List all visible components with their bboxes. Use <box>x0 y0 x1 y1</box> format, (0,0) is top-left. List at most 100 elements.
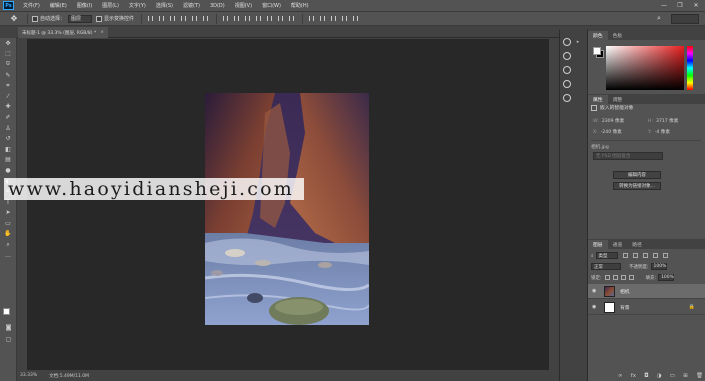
distribute-left-icon[interactable] <box>254 14 263 23</box>
menu-window[interactable]: 窗口(W) <box>257 2 286 9</box>
lock-image-icon[interactable] <box>612 275 618 280</box>
path-select-tool-icon[interactable]: ➤ <box>0 208 16 219</box>
menu-select[interactable]: 选择(S) <box>151 2 178 9</box>
marquee-tool-icon[interactable]: ⬚ <box>0 49 16 60</box>
opacity-input[interactable]: 100% <box>650 263 667 270</box>
shape-filter-icon[interactable] <box>652 253 658 258</box>
link-layers-icon[interactable]: ∞ <box>618 373 623 379</box>
height-field[interactable]: H: 3717 像素 <box>648 118 678 124</box>
width-field[interactable]: W: 2309 像素 <box>593 118 624 124</box>
tab-layers[interactable]: 图层 <box>588 240 608 249</box>
lock-all-icon[interactable] <box>628 275 634 280</box>
adjustment-filter-icon[interactable] <box>632 253 638 258</box>
foreground-color-swatch[interactable] <box>3 308 10 315</box>
smart-filter-icon[interactable] <box>662 253 668 258</box>
move-tool-icon[interactable]: ✥ <box>0 38 16 49</box>
blend-mode-select[interactable]: 正常 <box>591 263 621 270</box>
align-left-icon[interactable] <box>179 14 188 23</box>
history-panel-icon[interactable] <box>563 38 571 46</box>
document-image[interactable] <box>205 93 369 325</box>
minimize-button[interactable]: — <box>657 0 671 11</box>
panel-arrow-icon[interactable]: ▸ <box>572 38 584 46</box>
3d-rotate-icon[interactable] <box>318 14 327 23</box>
menu-filter[interactable]: 滤镜(T) <box>178 2 205 9</box>
auto-select-dropdown[interactable]: 图层 <box>68 14 93 23</box>
clone-stamp-tool-icon[interactable]: ♙ <box>0 123 16 134</box>
lock-transparent-icon[interactable] <box>604 275 610 280</box>
foreground-color-chip[interactable] <box>593 47 601 55</box>
show-transform-checkbox[interactable] <box>96 15 103 22</box>
tab-adjustments[interactable]: 调整 <box>608 95 628 104</box>
tab-channels[interactable]: 通道 <box>608 240 628 249</box>
maximize-button[interactable]: ❐ <box>673 0 687 11</box>
align-top-icon[interactable] <box>146 14 155 23</box>
lock-position-icon[interactable] <box>620 275 626 280</box>
distribute-right-icon[interactable] <box>276 14 285 23</box>
eraser-tool-icon[interactable]: ◧ <box>0 144 16 155</box>
healing-brush-tool-icon[interactable]: ✚ <box>0 102 16 113</box>
menu-view[interactable]: 视图(V) <box>230 2 257 9</box>
type-filter-icon[interactable] <box>642 253 648 258</box>
history-brush-tool-icon[interactable]: ↺ <box>0 133 16 144</box>
quick-mask-icon[interactable]: ◙ <box>0 322 17 333</box>
document-tab[interactable]: 未标题-1 @ 33.3% (图层, RGB/8) * × <box>18 27 108 38</box>
info-panel-icon[interactable] <box>563 52 571 60</box>
menu-type[interactable]: 文字(Y) <box>124 2 151 9</box>
tab-color[interactable]: 颜色 <box>588 31 608 40</box>
layer-comp-select[interactable]: 无 PSD 图层复合 <box>593 152 663 160</box>
close-window-button[interactable]: ✕ <box>689 0 703 11</box>
zoom-tool-icon[interactable]: ⌕ <box>0 239 16 250</box>
menu-image[interactable]: 图像(I) <box>72 2 97 9</box>
y-field[interactable]: Y: -4 像素 <box>648 129 670 135</box>
eyedropper-tool-icon[interactable]: ⁄ <box>0 91 16 102</box>
align-hcenter-icon[interactable] <box>190 14 199 23</box>
move-tool-icon[interactable]: ✥ <box>5 13 23 24</box>
menu-edit[interactable]: 编辑(E) <box>45 2 72 9</box>
adjustment-layer-icon[interactable]: ◑ <box>657 373 662 379</box>
auto-align-icon[interactable] <box>287 14 296 23</box>
distribute-top-icon[interactable] <box>221 14 230 23</box>
group-icon[interactable]: ▭ <box>670 373 675 379</box>
color-picker-field[interactable] <box>606 46 684 90</box>
add-mask-icon[interactable]: ◘ <box>644 373 648 379</box>
layer-row[interactable]: ◉ 背景 🔒 <box>588 300 705 315</box>
layer-kind-select[interactable]: 类型 <box>595 252 618 259</box>
delete-layer-icon[interactable]: 🗑 <box>696 373 703 379</box>
fill-input[interactable]: 100% <box>658 274 675 281</box>
workspace-select[interactable] <box>671 14 699 24</box>
tab-paths[interactable]: 路径 <box>627 240 647 249</box>
visibility-eye-icon[interactable]: ◉ <box>592 304 599 310</box>
auto-select-checkbox[interactable] <box>32 15 38 22</box>
menu-layer[interactable]: 图层(L) <box>97 2 124 9</box>
visibility-eye-icon[interactable]: ◉ <box>592 288 599 294</box>
distribute-hcenter-icon[interactable] <box>265 14 274 23</box>
hand-tool-icon[interactable]: ✋ <box>0 229 16 240</box>
quick-select-tool-icon[interactable]: ✎ <box>0 70 16 81</box>
character-panel-icon[interactable] <box>563 66 571 74</box>
menu-file[interactable]: 文件(F) <box>18 2 45 9</box>
shape-tool-icon[interactable]: ▭ <box>0 218 16 229</box>
hue-slider[interactable] <box>687 46 693 90</box>
brush-tool-icon[interactable]: ✐ <box>0 112 16 123</box>
convert-to-linked-button[interactable]: 转换为链接对象... <box>613 182 661 190</box>
zoom-level[interactable]: 33.33% <box>20 373 37 378</box>
3d-slide-icon[interactable] <box>351 14 360 23</box>
menu-3d[interactable]: 3D(D) <box>205 3 230 9</box>
distribute-vcenter-icon[interactable] <box>232 14 241 23</box>
gradient-tool-icon[interactable]: ▤ <box>0 155 16 166</box>
distribute-bottom-icon[interactable] <box>243 14 252 23</box>
crop-tool-icon[interactable]: ⌗ <box>0 80 16 91</box>
brush-panel-icon[interactable] <box>563 94 571 102</box>
menu-help[interactable]: 帮助(H) <box>286 2 314 9</box>
edit-contents-button[interactable]: 编辑内容 <box>613 171 661 179</box>
tab-swatches[interactable]: 色板 <box>608 31 628 40</box>
tab-properties[interactable]: 属性 <box>588 95 608 104</box>
blur-tool-icon[interactable]: ● <box>0 165 16 176</box>
layer-row[interactable]: ◉ 相机 <box>588 284 705 299</box>
layer-style-icon[interactable]: fx <box>631 373 636 379</box>
search-icon[interactable]: ⌕ <box>657 14 667 24</box>
pixel-filter-icon[interactable] <box>622 253 628 258</box>
3d-mode-icon[interactable] <box>307 14 316 23</box>
align-right-icon[interactable] <box>201 14 210 23</box>
3d-roll-icon[interactable] <box>329 14 338 23</box>
